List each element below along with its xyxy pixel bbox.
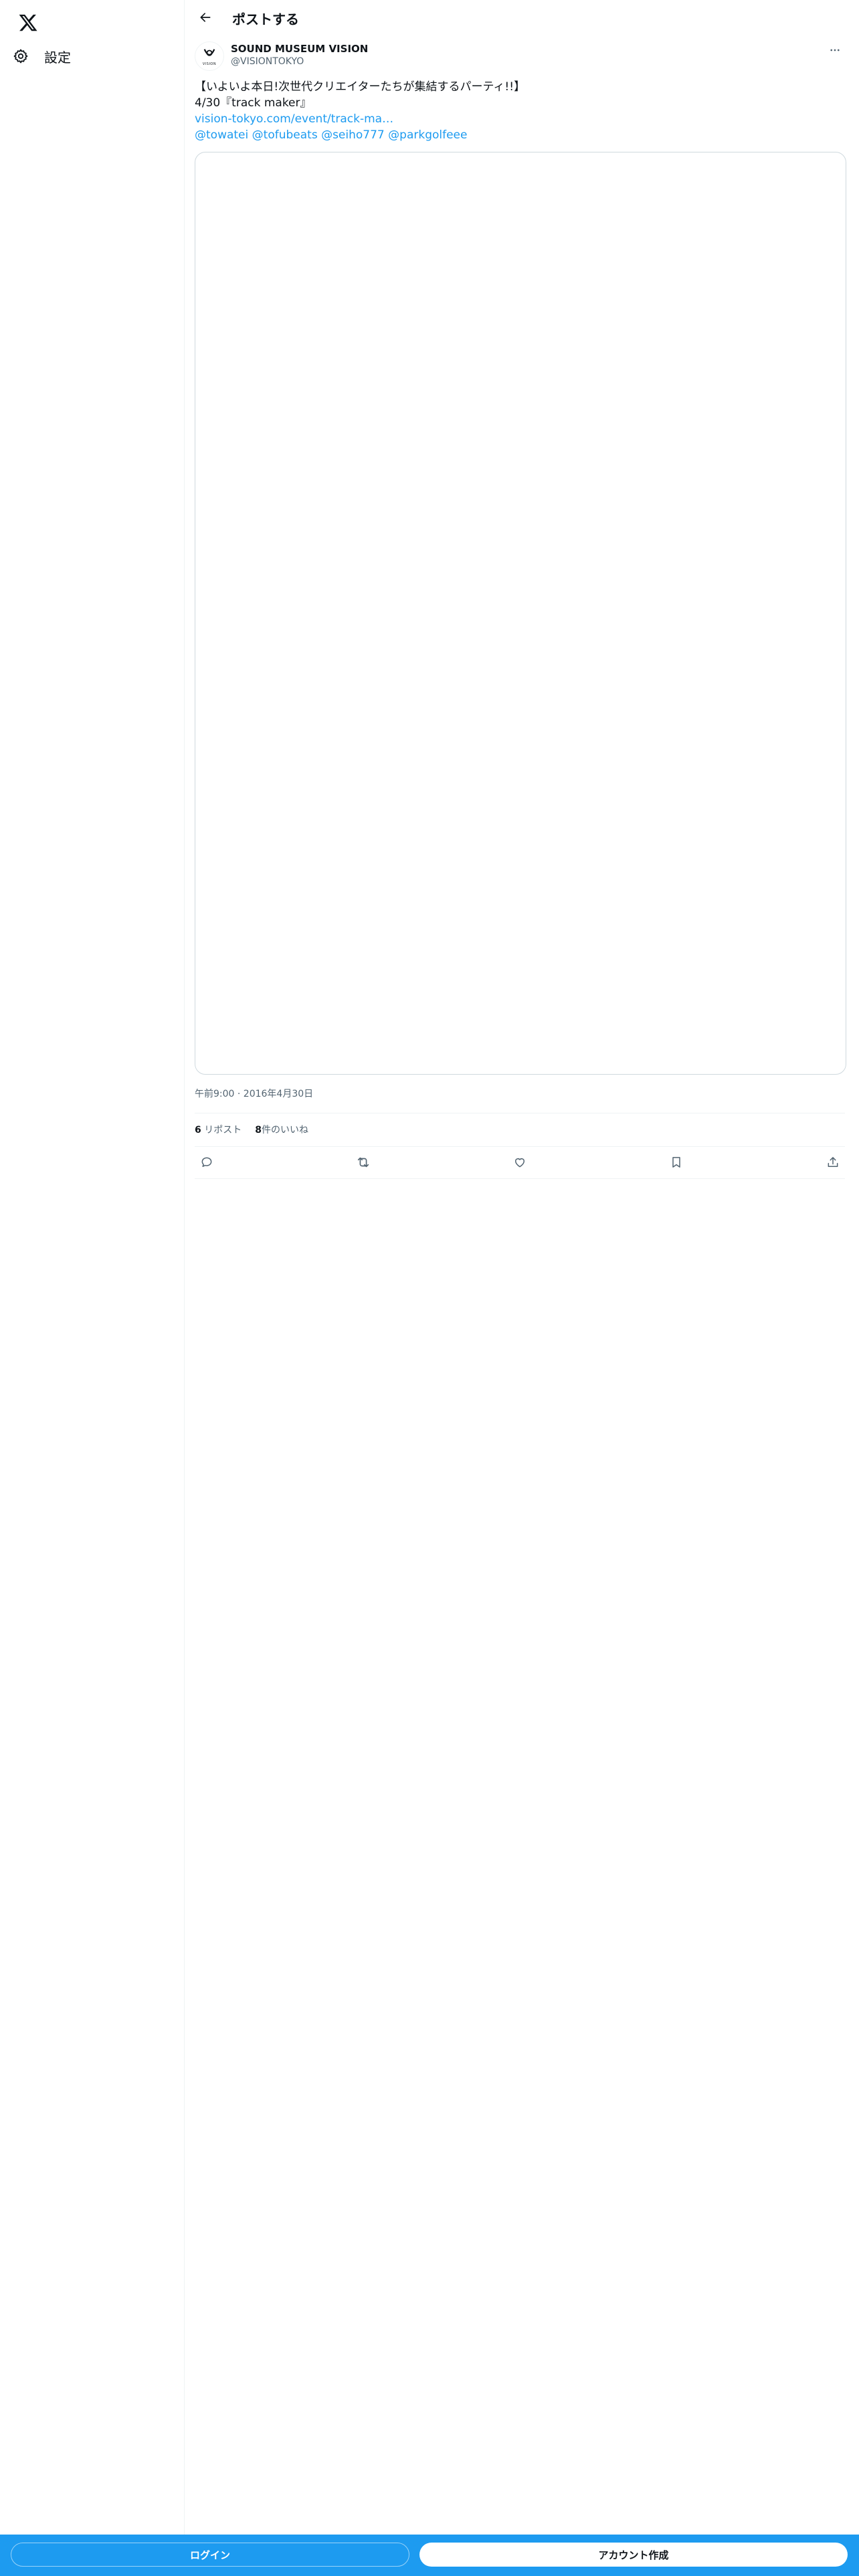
mention-link[interactable]: @parkgolfeee <box>388 128 467 142</box>
post-text-line: 【いよいよ本日!次世代クリエイターたちが集結するパーティ!!】 <box>195 80 526 94</box>
post-link[interactable]: vision-tokyo.com/event/track-ma… <box>195 111 844 127</box>
more-options-button[interactable] <box>825 41 845 62</box>
post-author-row: VISION SOUND MUSEUM VISION @VISIONTOKYO <box>195 41 848 74</box>
mention-link[interactable]: @towatei <box>195 128 248 142</box>
bottom-signin-bar: ログイン アカウント作成 <box>0 2535 859 2576</box>
back-button[interactable] <box>193 7 217 31</box>
reposts-count: 6 <box>195 1125 201 1136</box>
reply-icon <box>200 1156 213 1172</box>
post-stats: 6 リポスト 8件のいいね <box>195 1123 308 1136</box>
share-button[interactable] <box>824 1154 842 1173</box>
bookmark-icon <box>670 1156 683 1172</box>
post-timestamp[interactable]: 午前9:00 · 2016年4月30日 <box>195 1087 313 1100</box>
author-handle[interactable]: @VISIONTOKYO <box>231 56 304 67</box>
likes-stat[interactable]: 8件のいいね <box>255 1123 308 1136</box>
post-mentions: @towatei @tofubeats @seiho777 @parkgolfe… <box>195 127 844 143</box>
page-header: ポストする <box>185 0 854 36</box>
reply-button[interactable] <box>197 1154 216 1173</box>
nav-settings-link[interactable]: 設定 <box>11 41 111 71</box>
avatar-logo-text: VISION <box>202 62 217 66</box>
gear-icon <box>11 46 31 66</box>
post-text: 【いよいよ本日!次世代クリエイターたちが集結するパーティ!!】 4/30『tra… <box>195 79 844 143</box>
avatar[interactable]: VISION <box>195 41 224 71</box>
bookmark-button[interactable] <box>667 1154 686 1173</box>
page: 設定 ポストする VISION SOUND MUSEUM VISION @VIS… <box>0 0 859 2576</box>
media-card[interactable] <box>195 152 846 1075</box>
like-button[interactable] <box>510 1154 529 1173</box>
login-button[interactable]: ログイン <box>11 2543 409 2567</box>
post-text-line: 4/30『track maker』 <box>195 96 312 110</box>
post-actions <box>195 1152 845 1176</box>
arrow-left-icon <box>199 11 212 27</box>
main-column: ポストする VISION SOUND MUSEUM VISION @VISION… <box>185 0 854 2576</box>
reposts-label: リポスト <box>204 1125 242 1136</box>
reposts-stat[interactable]: 6 リポスト <box>195 1123 242 1136</box>
page-title: ポストする <box>232 11 299 27</box>
likes-label: 件のいいね <box>261 1125 308 1136</box>
heart-icon <box>513 1156 527 1172</box>
vision-logo-icon <box>203 48 215 56</box>
signup-button[interactable]: アカウント作成 <box>419 2543 848 2567</box>
author-display-name[interactable]: SOUND MUSEUM VISION <box>231 43 368 55</box>
x-logo-icon[interactable] <box>11 5 45 40</box>
repost-button[interactable] <box>354 1154 373 1173</box>
left-nav: 設定 <box>0 0 185 2576</box>
nav-settings-label: 設定 <box>44 49 71 66</box>
likes-count: 8 <box>255 1125 262 1136</box>
mention-link[interactable]: @seiho777 <box>321 128 385 142</box>
divider <box>195 1178 845 1179</box>
more-icon <box>829 44 841 59</box>
mention-link[interactable]: @tofubeats <box>252 128 318 142</box>
share-icon <box>826 1156 840 1172</box>
repost-icon <box>356 1155 371 1172</box>
divider <box>195 1146 845 1147</box>
